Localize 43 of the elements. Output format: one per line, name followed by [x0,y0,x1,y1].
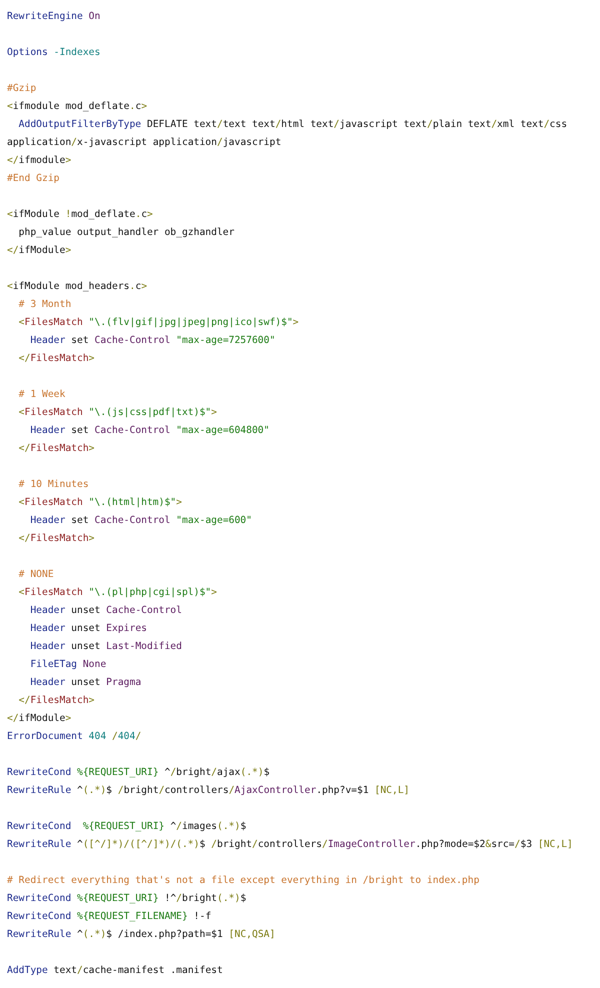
code-line: RewriteRule ^(.*)$ /index.php?path=$1 [NC,QSA] [7,928,276,942]
code-line: <ifModule !mod_deflate.c> [7,208,153,222]
code-line: AddType text/cache-manifest .manifest [7,964,223,978]
code-line: <FilesMatch "\.(html|htm)$"> [18,496,182,510]
code-line: # 3 Month [18,298,72,312]
code-line: ErrorDocument 404 /404/ [7,730,142,744]
code-line: </ifmodule> [7,154,72,168]
code-line: </FilesMatch> [18,694,95,708]
code-line: <ifModule mod_headers.c> [7,280,148,294]
code-line: RewriteCond %{REQUEST_FILENAME} !-f [7,910,212,924]
code-line: </FilesMatch> [18,442,95,456]
code-line: # 1 Week [18,388,66,402]
code-line: # Redirect everything that's not a file except everything in /bright to index.php [7,874,480,888]
code-line: RewriteCond %{REQUEST_URI} ^/bright/ajax(.*)$ [7,766,270,780]
code-line: </ifModule> [7,712,72,726]
code-line: #Gzip [7,82,36,96]
code-line: RewriteEngine On [7,10,100,24]
code-line: RewriteCond %{REQUEST_URI} !^/bright(.*)$ [7,892,246,906]
code-line: <ifmodule mod_deflate.c> [7,100,148,114]
code-line: RewriteRule ^(.*)$ /bright/controllers/AjaxController.php?v=$1 [NC,L] [7,784,410,798]
code-line: application/x-javascript application/javascript [7,136,282,150]
code-line: </FilesMatch> [18,532,95,546]
code-line: <FilesMatch "\.(flv|gif|jpg|jpeg|png|ico|swf)$"> [18,316,299,330]
code-line: <FilesMatch "\.(js|css|pdf|txt)$"> [18,406,217,420]
code-line: # 10 Minutes [18,478,89,492]
code-line: Header unset Last-Modified [29,640,182,654]
code-line: FileETag None [29,658,106,672]
code-line: </ifModule> [7,244,72,258]
code-line: # NONE [18,568,54,582]
code-line: RewriteCond %{REQUEST_URI} ^/images(.*)$ [7,820,246,834]
code-line: Header set Cache-Control "max-age=600" [29,514,252,528]
code-line: AddOutputFilterByType DEFLATE text/text text/html text/javascript text/plain text/xml text/css [18,118,568,132]
code-line: RewriteRule ^([^/]*)/([^/]*)/(.*)$ /bright/controllers/ImageController.php?mode=$2&src=/$3 [NC,L] [7,838,573,852]
code-line: Header unset Pragma [29,676,142,690]
code-line: Header set Cache-Control "max-age=7257600" [29,334,276,348]
code-line: Header unset Expires [29,622,147,636]
code-line: Header unset Cache-Control [29,604,182,618]
code-line: <FilesMatch "\.(pl|php|cgi|spl)$"> [18,586,217,600]
code-line: Header set Cache-Control "max-age=604800" [29,424,270,438]
code-line: #End Gzip [7,172,60,186]
code-line: </FilesMatch> [18,352,95,366]
code-line: Options -Indexes [7,46,100,60]
code-line: php_value output_handler ob_gzhandler [18,226,234,240]
